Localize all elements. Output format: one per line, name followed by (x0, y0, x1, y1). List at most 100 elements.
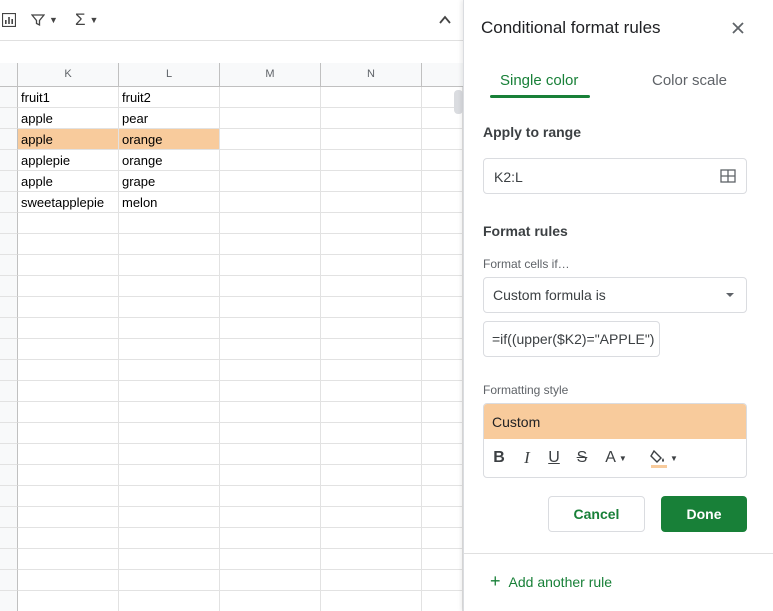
column-header-m[interactable]: M (220, 63, 321, 86)
row-header[interactable] (0, 297, 18, 318)
sheet-cell[interactable]: applepie (18, 150, 119, 171)
row-header[interactable] (0, 87, 18, 108)
sheet-cell[interactable] (18, 528, 119, 549)
sheet-cell[interactable] (220, 276, 321, 297)
sheet-cell[interactable] (220, 528, 321, 549)
sheet-cell[interactable] (18, 255, 119, 276)
column-header-k[interactable]: K (18, 63, 119, 86)
column-header-o[interactable] (422, 63, 463, 86)
text-color-icon[interactable]: A ▼ (601, 445, 631, 471)
condition-select[interactable]: Custom formula is (483, 277, 747, 313)
sheet-cell[interactable] (422, 276, 463, 297)
sheet-cell[interactable]: apple (18, 171, 119, 192)
sheet-cell[interactable] (422, 423, 463, 444)
sheet-cell[interactable] (220, 360, 321, 381)
sheet-cell[interactable] (220, 570, 321, 591)
sheet-cell[interactable] (422, 465, 463, 486)
sheet-cell[interactable] (220, 213, 321, 234)
sheet-cell[interactable] (422, 318, 463, 339)
functions-icon[interactable]: Σ ▼ (75, 10, 98, 30)
sheet-cell[interactable] (220, 234, 321, 255)
tab-single-color[interactable]: Single color (500, 72, 578, 89)
row-header[interactable] (0, 213, 18, 234)
sheet-cell[interactable] (220, 339, 321, 360)
sheet-cell[interactable] (119, 465, 220, 486)
sheet-cell[interactable] (422, 360, 463, 381)
fill-color-icon[interactable]: ▼ (647, 445, 681, 471)
sheet-cell[interactable] (321, 423, 422, 444)
sheet-cell[interactable] (119, 297, 220, 318)
collapse-toolbar-icon[interactable] (438, 10, 452, 30)
sheet-cell[interactable] (119, 213, 220, 234)
sheet-cell[interactable] (321, 507, 422, 528)
bold-icon[interactable]: B (489, 445, 509, 471)
sheet-cell[interactable] (220, 507, 321, 528)
sheet-cell[interactable] (321, 444, 422, 465)
vertical-scrollbar[interactable] (454, 90, 463, 114)
row-header[interactable] (0, 444, 18, 465)
sheet-cell[interactable] (321, 381, 422, 402)
row-header[interactable] (0, 465, 18, 486)
sheet-cell[interactable] (422, 486, 463, 507)
sheet-cell[interactable] (220, 297, 321, 318)
row-header-corner[interactable] (0, 63, 18, 86)
italic-icon[interactable]: I (517, 445, 537, 471)
sheet-cell[interactable] (220, 486, 321, 507)
row-header[interactable] (0, 507, 18, 528)
row-header[interactable] (0, 381, 18, 402)
cancel-button[interactable]: Cancel (548, 496, 645, 532)
sheet-cell[interactable] (220, 255, 321, 276)
sheet-cell[interactable] (18, 402, 119, 423)
row-header[interactable] (0, 402, 18, 423)
sheet-cell[interactable] (422, 129, 463, 150)
sheet-cell[interactable] (220, 108, 321, 129)
sheet-cell[interactable] (220, 423, 321, 444)
sheet-cell[interactable] (18, 381, 119, 402)
sheet-cell[interactable] (422, 339, 463, 360)
sheet-cell[interactable] (119, 381, 220, 402)
sheet-cell[interactable] (220, 591, 321, 611)
sheet-cell[interactable]: apple (18, 108, 119, 129)
sheet-cell[interactable] (321, 465, 422, 486)
sheet-cell[interactable] (18, 444, 119, 465)
sheet-cell[interactable] (119, 549, 220, 570)
underline-icon[interactable]: U (544, 445, 564, 471)
row-header[interactable] (0, 486, 18, 507)
sheet-cell[interactable] (321, 108, 422, 129)
style-preview[interactable]: Custom (484, 404, 746, 439)
sheet-cell[interactable]: pear (119, 108, 220, 129)
sheet-cell[interactable] (321, 318, 422, 339)
sheet-cell[interactable] (18, 486, 119, 507)
sheet-cell[interactable] (220, 171, 321, 192)
sheet-cell[interactable] (220, 381, 321, 402)
row-header[interactable] (0, 360, 18, 381)
tab-color-scale[interactable]: Color scale (652, 72, 727, 89)
sheet-cell[interactable] (119, 402, 220, 423)
sheet-cell[interactable] (321, 570, 422, 591)
row-header[interactable] (0, 234, 18, 255)
sheet-cell[interactable]: melon (119, 192, 220, 213)
sheet-cell[interactable] (119, 423, 220, 444)
sheet-cell[interactable] (220, 444, 321, 465)
sheet-cell[interactable] (422, 402, 463, 423)
sheet-cell[interactable] (422, 171, 463, 192)
sheet-cell[interactable] (321, 297, 422, 318)
sheet-cell[interactable] (18, 276, 119, 297)
sheet-cell[interactable] (119, 318, 220, 339)
sheet-cell[interactable] (321, 171, 422, 192)
column-header-n[interactable]: N (321, 63, 422, 86)
close-icon[interactable] (728, 18, 748, 38)
sheet-cell[interactable] (220, 87, 321, 108)
sheet-cell[interactable] (119, 591, 220, 611)
done-button[interactable]: Done (661, 496, 747, 532)
row-header[interactable] (0, 528, 18, 549)
sheet-cell[interactable] (119, 528, 220, 549)
sheet-cell[interactable] (18, 570, 119, 591)
sheet-cell[interactable] (18, 318, 119, 339)
row-header[interactable] (0, 171, 18, 192)
row-header[interactable] (0, 423, 18, 444)
sheet-cell[interactable] (18, 339, 119, 360)
sheet-cell[interactable] (220, 465, 321, 486)
sheet-cell[interactable] (119, 507, 220, 528)
sheet-cell[interactable] (321, 276, 422, 297)
